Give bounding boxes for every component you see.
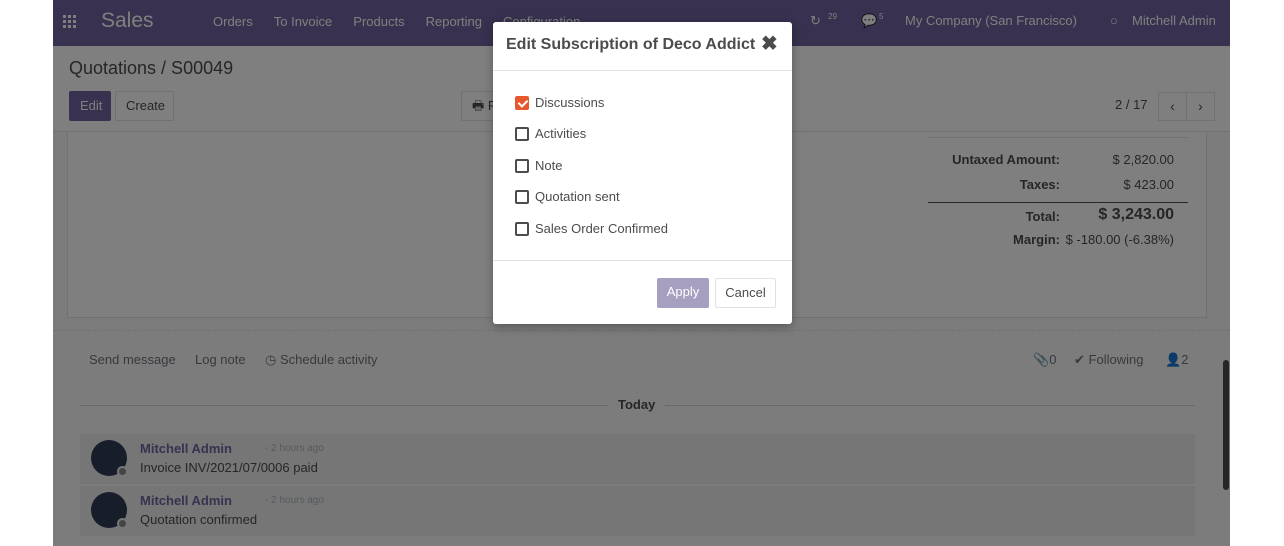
- checkbox-activities[interactable]: [515, 127, 529, 141]
- cancel-button[interactable]: Cancel: [715, 278, 776, 308]
- dialog-header: Edit Subscription of Deco Addict ✖: [493, 22, 792, 71]
- option-label[interactable]: Activities: [535, 126, 586, 141]
- apply-button[interactable]: Apply: [657, 278, 709, 308]
- checkbox-quotation-sent[interactable]: [515, 190, 529, 204]
- close-icon[interactable]: ✖: [761, 34, 778, 54]
- dialog-footer: Apply Cancel: [493, 260, 792, 324]
- option-label[interactable]: Sales Order Confirmed: [535, 221, 668, 236]
- checkbox-sales-order-confirmed[interactable]: [515, 222, 529, 236]
- edit-subscription-dialog: Edit Subscription of Deco Addict ✖ Discu…: [493, 22, 792, 324]
- option-label[interactable]: Note: [535, 158, 562, 173]
- option-label[interactable]: Quotation sent: [535, 189, 620, 204]
- checkbox-note[interactable]: [515, 159, 529, 173]
- checkbox-discussions[interactable]: [515, 96, 529, 110]
- dialog-title: Edit Subscription of Deco Addict: [506, 36, 756, 53]
- odoo-app: Sales Orders To Invoice Products Reporti…: [53, 0, 1230, 546]
- option-label[interactable]: Discussions: [535, 95, 604, 110]
